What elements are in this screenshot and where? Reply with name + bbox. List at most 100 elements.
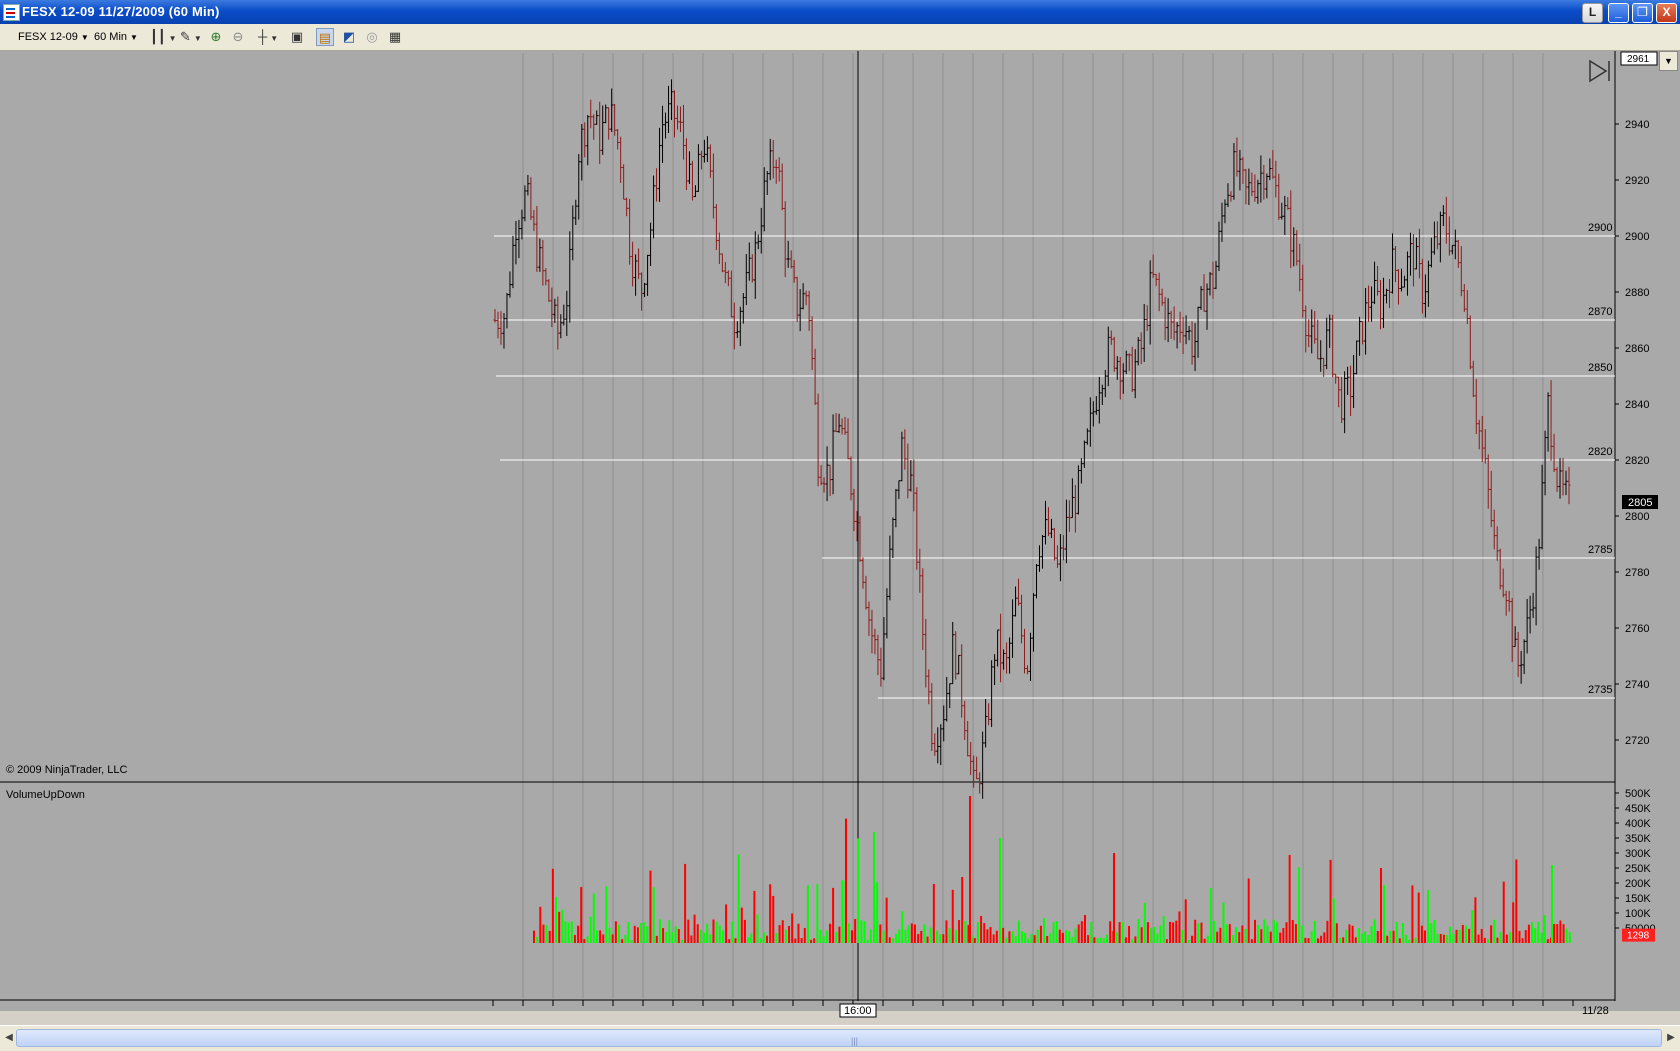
volume-bar <box>1102 938 1105 943</box>
volume-bar <box>1562 924 1565 943</box>
volume-bar <box>879 924 882 943</box>
volume-bar <box>1172 922 1175 943</box>
chart-area[interactable]: 2900 2870 2850 2820 2785 2735 2720 2740 2760 2780… <box>0 51 1680 1018</box>
volume-bar <box>1424 930 1427 943</box>
price-chart[interactable]: 2900 2870 2850 2820 2785 2735 2720 2740 2760 2780… <box>0 51 1680 1025</box>
volume-bar <box>1159 925 1162 943</box>
volume-bar <box>633 925 636 943</box>
close-button[interactable]: X <box>1656 3 1677 23</box>
volume-bar <box>677 929 680 943</box>
volume-bar <box>882 930 885 943</box>
volume-bar <box>1361 933 1364 943</box>
volume-bar <box>1209 888 1212 943</box>
volume-bar <box>1247 878 1250 943</box>
volume-bar <box>1455 929 1458 943</box>
volume-bar <box>1017 920 1020 943</box>
volume-bar <box>1276 922 1279 943</box>
volume-bar <box>1181 930 1184 943</box>
restore-button[interactable]: ❐ <box>1632 3 1653 23</box>
volume-bar <box>1439 933 1442 943</box>
volume-bar <box>640 922 643 943</box>
level-label: 2900 <box>1588 222 1612 234</box>
volume-bar <box>699 929 702 943</box>
volume-bar <box>869 929 872 943</box>
volume-tick-label: 400K <box>1625 818 1651 830</box>
scrollbar-thumb[interactable]: ||| <box>16 1029 1662 1047</box>
volume-bar <box>1206 935 1209 943</box>
volume-bar <box>854 919 857 943</box>
volume-bar <box>1005 937 1008 943</box>
volume-bar <box>1124 937 1127 943</box>
volume-bar <box>822 936 825 943</box>
chart-trader-icon[interactable]: ▦ <box>386 28 404 46</box>
drawing-tool-icon[interactable]: ✎ ▼ <box>180 28 202 46</box>
level-label: 2785 <box>1588 544 1612 556</box>
crosshair-icon[interactable]: ┼ ▼ <box>258 28 278 46</box>
volume-bar <box>1288 854 1291 943</box>
volume-bar <box>1225 924 1228 943</box>
volume-bar <box>1096 938 1099 943</box>
volume-bar <box>1260 929 1263 943</box>
app-icon[interactable] <box>3 4 20 21</box>
volume-bar <box>765 935 768 943</box>
zoom-out-icon[interactable]: ⊖ <box>229 28 247 46</box>
horizontal-scrollbar[interactable]: ◀ ||| ▶ <box>0 1025 1680 1051</box>
volume-bar <box>1509 932 1512 943</box>
volume-bar <box>1483 937 1486 943</box>
volume-bar <box>658 919 661 943</box>
volume-bar <box>1427 890 1430 943</box>
data-box-icon[interactable]: ▣ <box>288 28 306 46</box>
scroll-left-icon[interactable]: ◀ <box>2 1030 16 1046</box>
volume-bar <box>687 919 690 943</box>
instrument-selector[interactable]: FESX 12-09 ▼ <box>18 28 89 46</box>
volume-bar <box>1480 928 1483 943</box>
indicators-icon[interactable]: ▤ <box>316 28 334 46</box>
volume-bar <box>580 887 583 943</box>
price-axis-top-label: 2961 <box>1627 54 1650 65</box>
volume-bar <box>750 933 753 943</box>
volume-bar <box>1414 937 1417 943</box>
zoom-in-icon[interactable]: ⊕ <box>207 28 225 46</box>
volume-bar <box>1339 937 1342 943</box>
volume-bar <box>662 928 665 943</box>
interval-selector[interactable]: 60 Min ▼ <box>94 28 138 46</box>
properties-icon[interactable]: ◎ <box>363 28 381 46</box>
volume-bar <box>898 929 901 943</box>
volume-bar <box>1417 892 1420 943</box>
volume-bar <box>592 893 595 943</box>
volume-bar <box>1200 922 1203 943</box>
minimize-button[interactable]: _ <box>1608 3 1629 23</box>
volume-bar <box>1464 925 1467 943</box>
volume-bar <box>1313 920 1316 943</box>
volume-bar <box>1165 939 1168 943</box>
volume-bar <box>1254 919 1257 943</box>
strategies-icon[interactable]: ◩ <box>340 28 358 46</box>
bar-type-icon[interactable]: ┃┃ ▼ <box>150 28 177 46</box>
indicator-label: VolumeUpDown <box>6 789 85 801</box>
chart-menu-button[interactable]: ▼ <box>1659 51 1678 71</box>
volume-bar <box>1187 939 1190 943</box>
scroll-right-icon[interactable]: ▶ <box>1664 1030 1678 1046</box>
volume-bar <box>728 939 731 943</box>
volume-bar <box>932 884 935 943</box>
volume-bar <box>1222 902 1225 943</box>
volume-bar <box>747 937 750 943</box>
volume-bar <box>961 876 964 943</box>
volume-bar <box>1024 932 1027 943</box>
volume-bar <box>825 930 828 943</box>
volume-bar <box>1411 885 1414 943</box>
volume-bar <box>1546 939 1549 943</box>
volume-bar <box>1357 928 1360 943</box>
volume-bar <box>605 886 608 943</box>
price-tick-label: 2880 <box>1625 287 1649 299</box>
volume-bar <box>567 922 570 943</box>
volume-bar <box>1002 927 1005 943</box>
volume-tick-label: 200K <box>1625 878 1651 890</box>
volume-bar <box>1244 928 1247 943</box>
link-button[interactable]: L <box>1582 3 1603 23</box>
volume-bar <box>904 929 907 943</box>
volume-bar <box>1134 936 1137 943</box>
volume-bar <box>1320 935 1323 943</box>
volume-bar <box>1449 926 1452 943</box>
level-label: 2735 <box>1588 684 1612 696</box>
